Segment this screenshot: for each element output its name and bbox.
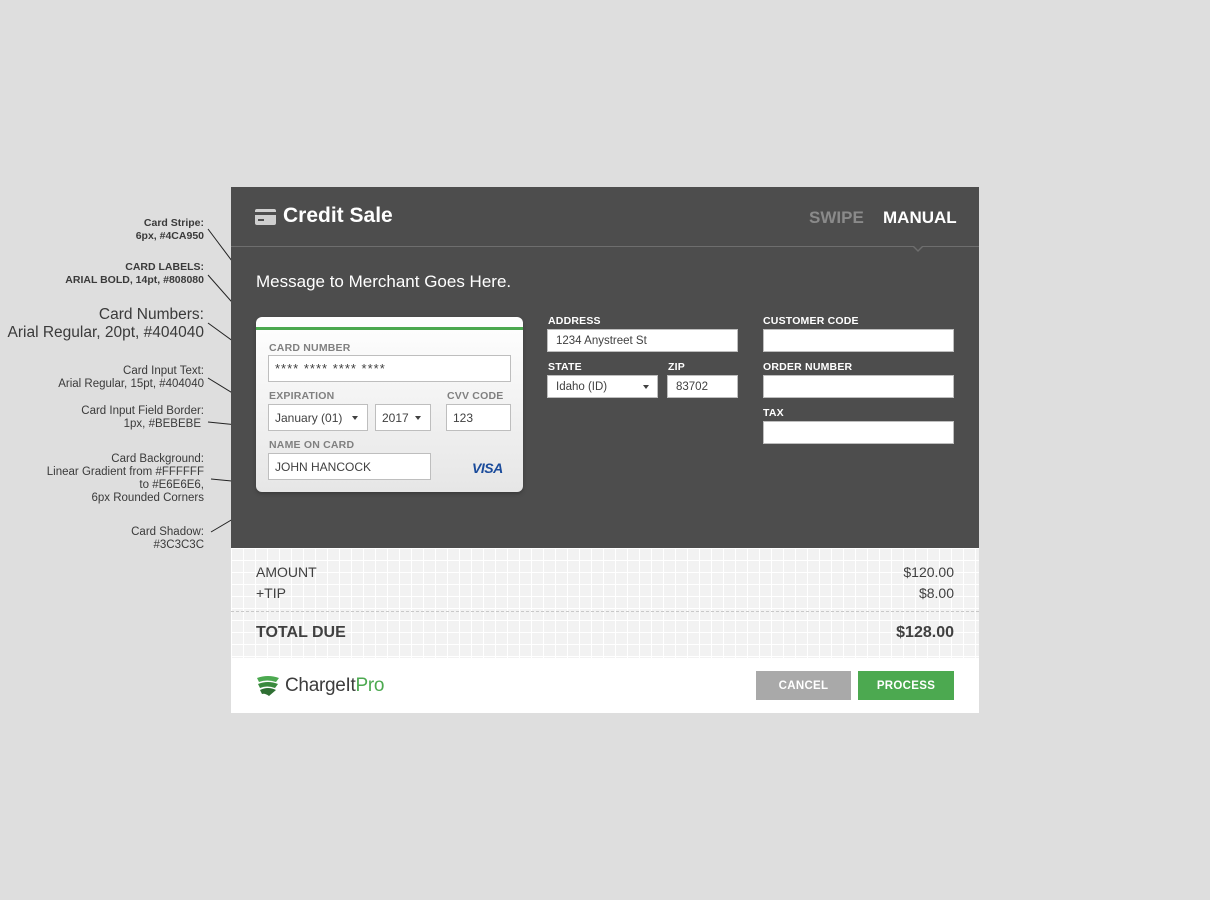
cvv-label: CVV CODE xyxy=(447,390,504,402)
customer-code-label: CUSTOMER CODE xyxy=(763,315,859,327)
modal-header: Credit Sale SWIPE MANUAL xyxy=(231,187,979,252)
zip-input[interactable]: 83702 xyxy=(667,375,738,398)
card-number-value: **** **** **** **** xyxy=(275,361,386,376)
chevron-down-icon xyxy=(643,385,649,389)
card-stripe xyxy=(256,327,523,330)
logo-main-text: ChargeIt xyxy=(285,675,356,696)
chargeitpro-logo-icon xyxy=(257,676,279,696)
annotation-card-labels: CARD LABELS: ARIAL BOLD, 14pt, #808080 xyxy=(65,261,204,287)
annotation-text: Card Background: xyxy=(111,453,204,465)
active-tab-indicator xyxy=(912,245,924,252)
annotation-text: Card Numbers: xyxy=(98,306,204,323)
totals-divider xyxy=(231,611,979,612)
chevron-down-icon xyxy=(352,416,358,420)
visa-logo: VISA xyxy=(472,460,503,476)
customer-code-input[interactable] xyxy=(763,329,954,352)
state-label: STATE xyxy=(548,361,582,373)
tab-swipe[interactable]: SWIPE xyxy=(809,208,864,228)
annotation-text: ARIAL BOLD, 14pt, #808080 xyxy=(65,274,204,286)
name-on-card-value: JOHN HANCOCK xyxy=(275,459,372,474)
page-title: Credit Sale xyxy=(283,204,393,227)
totals-panel: AMOUNT $120.00 +TIP $8.00 TOTAL DUE $128… xyxy=(231,548,979,658)
annotation-card-input-border: Card Input Field Border: 1px, #BEBEBE xyxy=(81,405,204,431)
annotation-text: Card Input Text: xyxy=(123,365,204,377)
process-button[interactable]: PROCESS xyxy=(858,671,954,700)
zip-label: ZIP xyxy=(668,361,685,373)
annotation-text: Card Input Field Border: xyxy=(81,405,204,417)
expiration-year-value: 2017 xyxy=(382,410,409,425)
annotation-text: Linear Gradient from #FFFFFF xyxy=(46,466,204,478)
annotation-card-background: Card Background: Linear Gradient from #F… xyxy=(47,453,204,505)
annotation-card-numbers: Card Numbers: Arial Regular, 20pt, #4040… xyxy=(8,306,204,342)
chargeitpro-logo-text: ChargeItPro xyxy=(285,675,384,697)
annotation-text: CARD LABELS: xyxy=(125,261,204,273)
logo-accent-text: Pro xyxy=(355,675,385,696)
order-number-input[interactable] xyxy=(763,375,954,398)
credit-sale-modal: Credit Sale SWIPE MANUAL Message to Merc… xyxy=(231,187,979,713)
modal-footer: ChargeItPro CANCEL PROCESS xyxy=(231,658,979,713)
annotation-text: Card Shadow: xyxy=(131,526,204,538)
cvv-input[interactable]: 123 xyxy=(446,404,511,431)
expiration-month-value: January (01) xyxy=(275,410,343,425)
address-label: ADDRESS xyxy=(548,315,601,327)
amount-row: AMOUNT $120.00 xyxy=(256,564,954,580)
tax-input[interactable] xyxy=(763,421,954,444)
merchant-message: Message to Merchant Goes Here. xyxy=(256,272,512,291)
tip-label: +TIP xyxy=(256,585,286,601)
name-on-card-input[interactable]: JOHN HANCOCK xyxy=(268,453,431,480)
tab-manual[interactable]: MANUAL xyxy=(883,208,957,228)
card-number-label: CARD NUMBER xyxy=(269,342,351,354)
credit-card-panel: CARD NUMBER **** **** **** **** EXPIRATI… xyxy=(256,317,523,492)
total-due-label: TOTAL DUE xyxy=(256,624,346,641)
state-select[interactable]: Idaho (ID) xyxy=(547,375,658,398)
expiration-month-select[interactable]: January (01) xyxy=(268,404,368,431)
total-due-row: TOTAL DUE $128.00 xyxy=(256,624,954,642)
cvv-value: 123 xyxy=(453,410,474,425)
annotation-text: Arial Regular, 20pt, #404040 xyxy=(7,324,204,341)
total-due-value: $128.00 xyxy=(896,624,954,641)
card-number-input[interactable]: **** **** **** **** xyxy=(268,355,511,382)
expiration-label: EXPIRATION xyxy=(269,390,335,402)
annotation-text: 1px, #BEBEBE xyxy=(123,418,201,430)
modal-top-panel: Credit Sale SWIPE MANUAL Message to Merc… xyxy=(231,187,979,548)
tip-value: $8.00 xyxy=(918,585,954,601)
annotation-card-input-text: Card Input Text: Arial Regular, 15pt, #4… xyxy=(58,365,204,391)
annotation-card-stripe: Card Stripe: 6px, #4CA950 xyxy=(136,217,204,243)
annotation-text: Arial Regular, 15pt, #404040 xyxy=(58,378,204,390)
credit-card-icon xyxy=(255,209,276,225)
order-number-label: ORDER NUMBER xyxy=(763,361,853,373)
cancel-button[interactable]: CANCEL xyxy=(756,671,851,700)
tip-row: +TIP $8.00 xyxy=(256,585,954,601)
annotation-text: Card Stripe: xyxy=(143,217,204,229)
address-input[interactable]: 1234 Anystreet St xyxy=(547,329,738,352)
address-value: 1234 Anystreet St xyxy=(556,334,647,347)
annotation-text: 6px, #4CA950 xyxy=(135,230,204,242)
annotation-text: to #E6E6E6, xyxy=(139,479,204,491)
annotation-card-shadow: Card Shadow: #3C3C3C xyxy=(131,526,204,552)
tax-label: TAX xyxy=(763,407,784,419)
amount-value: $120.00 xyxy=(903,564,954,580)
expiration-year-select[interactable]: 2017 xyxy=(375,404,431,431)
annotation-text: 6px Rounded Corners xyxy=(91,492,204,504)
chevron-down-icon xyxy=(415,416,421,420)
name-on-card-label: NAME ON CARD xyxy=(269,439,355,451)
zip-value: 83702 xyxy=(676,380,708,393)
state-value: Idaho (ID) xyxy=(556,380,608,393)
amount-label: AMOUNT xyxy=(256,564,317,580)
annotation-text: #3C3C3C xyxy=(153,539,205,551)
